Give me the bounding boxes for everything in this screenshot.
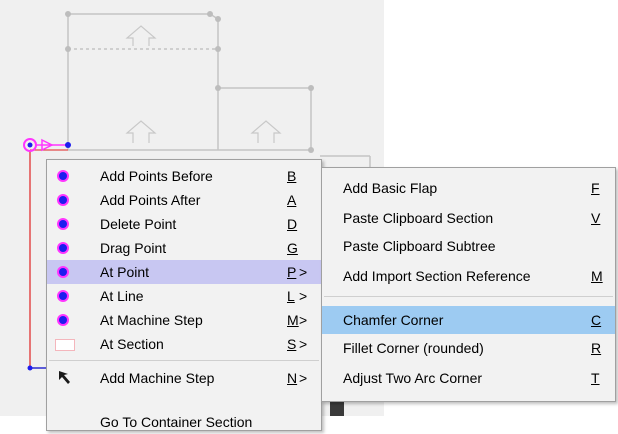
- submenu-item-label: Add Basic Flap: [343, 180, 438, 196]
- menu-item-accelerator: M: [287, 312, 299, 328]
- menu-item-accelerator: A: [287, 192, 297, 208]
- menu-item-label: Go To Container Section: [100, 414, 253, 430]
- menu-item-label: At Line: [100, 288, 144, 304]
- menu-item-add-points-before[interactable]: Add Points Before B: [47, 164, 321, 188]
- submenu-item-add-basic-flap[interactable]: Add Basic Flap F: [322, 176, 615, 200]
- submenu-item-label: Paste Clipboard Section: [343, 210, 494, 226]
- menu-item-at-machine-step[interactable]: At Machine Step M >: [47, 308, 321, 332]
- menu-item-label: Add Points After: [100, 192, 201, 208]
- menu-separator: [324, 296, 613, 297]
- menu-item-add-points-after[interactable]: Add Points After A: [47, 188, 321, 212]
- submenu-arrow-icon: >: [299, 370, 308, 386]
- menu-item-go-to-container-section[interactable]: Go To Container Section: [47, 410, 321, 434]
- menu-item-accelerator: P: [287, 264, 297, 280]
- section-rect-icon: [55, 339, 75, 351]
- menu-item-at-section[interactable]: At Section S >: [47, 332, 321, 356]
- menu-item-label: At Section: [100, 336, 164, 352]
- context-menu: Add Points Before B Add Points After A Delet…: [46, 159, 322, 431]
- submenu-item-label: Fillet Corner (rounded): [343, 340, 484, 356]
- submenu-item-label: Chamfer Corner: [343, 312, 444, 328]
- submenu-arrow-icon: >: [299, 264, 308, 280]
- submenu-item-adjust-two-arc-corner[interactable]: Adjust Two Arc Corner T: [322, 366, 615, 390]
- menu-item-add-machine-step[interactable]: Add Machine Step N >: [47, 366, 321, 390]
- submenu-arrow-icon: >: [299, 312, 308, 328]
- submenu-item-paste-clipboard-section[interactable]: Paste Clipboard Section V: [322, 206, 615, 230]
- submenu-item-accelerator: M: [591, 268, 603, 284]
- submenu-item-label: Add Import Section Reference: [343, 268, 531, 284]
- submenu-arrow-icon: >: [299, 336, 308, 352]
- vertex-dot-icon: [59, 268, 67, 276]
- submenu-arrow-icon: >: [299, 288, 308, 304]
- menu-item-accelerator: S: [287, 336, 297, 352]
- menu-item-at-line[interactable]: At Line L >: [47, 284, 321, 308]
- at-point-submenu: Add Basic Flap F Paste Clipboard Section V P…: [321, 167, 616, 402]
- submenu-item-label: Paste Clipboard Subtree: [343, 238, 496, 254]
- menu-item-label: Drag Point: [100, 240, 167, 256]
- menu-item-label: Add Points Before: [100, 168, 213, 184]
- menu-item-accelerator: N: [287, 370, 298, 386]
- vertex-dot-icon: [59, 316, 67, 324]
- submenu-item-chamfer-corner[interactable]: Chamfer Corner C: [322, 306, 615, 334]
- vertex-dot-icon: [59, 196, 67, 204]
- submenu-item-accelerator: R: [591, 340, 602, 356]
- menu-item-accelerator: L: [287, 288, 295, 304]
- menu-item-accelerator: G: [287, 240, 298, 256]
- submenu-item-label: Adjust Two Arc Corner: [343, 370, 483, 386]
- menu-item-label: At Machine Step: [100, 312, 203, 328]
- vertex-dot-icon: [59, 292, 67, 300]
- menu-item-accelerator: D: [287, 216, 298, 232]
- vertex-dot-icon: [59, 244, 67, 252]
- vertex-dot-icon: [59, 220, 67, 228]
- menu-separator: [49, 360, 319, 361]
- vertex-dot-icon: [59, 172, 67, 180]
- menu-item-label: At Point: [100, 264, 150, 280]
- menu-item-label: Delete Point: [100, 216, 177, 232]
- menu-item-delete-point[interactable]: Delete Point D: [47, 212, 321, 236]
- menu-item-accelerator: B: [287, 168, 297, 184]
- submenu-item-fillet-corner-rounded-[interactable]: Fillet Corner (rounded) R: [322, 336, 615, 360]
- submenu-item-add-import-section-reference[interactable]: Add Import Section Reference M: [322, 264, 615, 288]
- cursor-arrow-icon: [57, 369, 75, 387]
- submenu-item-accelerator: V: [591, 210, 601, 226]
- menu-item-drag-point[interactable]: Drag Point G: [47, 236, 321, 260]
- submenu-item-accelerator: T: [591, 370, 600, 386]
- menu-item-at-point[interactable]: At Point P >: [47, 260, 321, 284]
- submenu-item-accelerator: C: [591, 312, 602, 328]
- menu-item-label: Add Machine Step: [100, 370, 215, 386]
- submenu-item-paste-clipboard-subtree[interactable]: Paste Clipboard Subtree: [322, 234, 615, 258]
- submenu-item-accelerator: F: [591, 180, 600, 196]
